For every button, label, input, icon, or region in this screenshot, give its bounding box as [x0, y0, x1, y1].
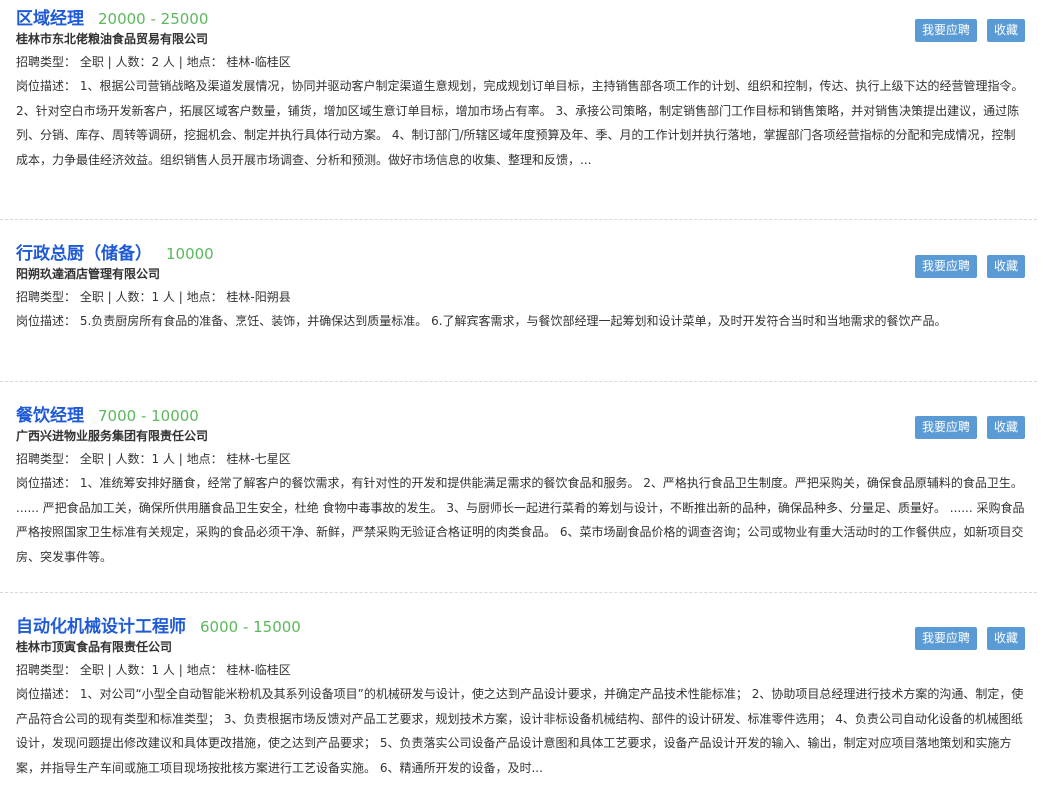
company-name[interactable]: 广西兴进物业服务集团有限责任公司 — [16, 425, 1037, 447]
apply-button[interactable]: 我要应聘 — [914, 627, 977, 650]
job-meta: 招聘类型： 全职 | 人数：1 人 | 地点： 桂林-临桂区 — [16, 663, 291, 677]
job-salary: 7000 - 10000 — [98, 407, 199, 425]
company-name[interactable]: 阳朔玖達酒店管理有限公司 — [16, 263, 1037, 285]
job-title[interactable]: 餐饮经理 — [16, 401, 84, 426]
job-actions: 我要应聘 收藏 — [914, 19, 1025, 42]
job-title-row: 自动化机械设计工程师 6000 - 15000 — [16, 612, 1037, 637]
job-title-row: 餐饮经理 7000 - 10000 — [16, 401, 1037, 426]
job-actions: 我要应聘 收藏 — [914, 255, 1025, 278]
job-description: 岗位描述： 1、根据公司营销战略及渠道发展情况，协同并驱动客户制定渠道生意规划，… — [16, 79, 1024, 168]
job-card: 自动化机械设计工程师 6000 - 15000 桂林市顶寅食品有限责任公司 招聘… — [0, 593, 1037, 788]
job-meta: 招聘类型： 全职 | 人数：2 人 | 地点： 桂林-临桂区 — [16, 55, 291, 69]
company-name[interactable]: 桂林市东北佬粮油食品贸易有限公司 — [16, 28, 1037, 50]
job-salary: 20000 - 25000 — [98, 10, 209, 28]
apply-button[interactable]: 我要应聘 — [914, 19, 977, 42]
job-meta: 招聘类型： 全职 | 人数：1 人 | 地点： 桂林-七星区 — [16, 452, 291, 466]
job-title[interactable]: 行政总厨（储备） — [16, 239, 152, 264]
job-description: 岗位描述： 1、准统筹安排好膳食，经常了解客户的餐饮需求，有针对性的开发和提供能… — [16, 476, 1025, 565]
job-salary: 10000 — [166, 245, 214, 263]
job-card: 餐饮经理 7000 - 10000 广西兴进物业服务集团有限责任公司 招聘类型：… — [0, 382, 1037, 593]
favorite-button[interactable]: 收藏 — [986, 19, 1025, 42]
job-actions: 我要应聘 收藏 — [914, 627, 1025, 650]
job-title-row: 行政总厨（储备） 10000 — [16, 239, 1037, 264]
company-name[interactable]: 桂林市顶寅食品有限责任公司 — [16, 636, 1037, 658]
favorite-button[interactable]: 收藏 — [986, 255, 1025, 278]
job-description: 岗位描述： 5.负责厨房所有食品的准备、烹饪、装饰，并确保达到质量标准。 6.了… — [16, 314, 947, 328]
favorite-button[interactable]: 收藏 — [986, 627, 1025, 650]
job-card: 行政总厨（储备） 10000 阳朔玖達酒店管理有限公司 招聘类型： 全职 | 人… — [0, 220, 1037, 382]
job-description: 岗位描述： 1、对公司“小型全自动智能米粉机及其系列设备项目”的机械研发与设计，… — [16, 687, 1024, 776]
job-meta: 招聘类型： 全职 | 人数：1 人 | 地点： 桂林-阳朔县 — [16, 290, 291, 304]
favorite-button[interactable]: 收藏 — [986, 416, 1025, 439]
apply-button[interactable]: 我要应聘 — [914, 255, 977, 278]
job-title-row: 区域经理 20000 - 25000 — [16, 4, 1037, 29]
job-actions: 我要应聘 收藏 — [914, 416, 1025, 439]
job-salary: 6000 - 15000 — [200, 618, 301, 636]
apply-button[interactable]: 我要应聘 — [914, 416, 977, 439]
job-list: 区域经理 20000 - 25000 桂林市东北佬粮油食品贸易有限公司 招聘类型… — [0, 0, 1043, 788]
job-title[interactable]: 区域经理 — [16, 4, 84, 29]
job-title[interactable]: 自动化机械设计工程师 — [16, 612, 186, 637]
job-card: 区域经理 20000 - 25000 桂林市东北佬粮油食品贸易有限公司 招聘类型… — [0, 0, 1037, 220]
